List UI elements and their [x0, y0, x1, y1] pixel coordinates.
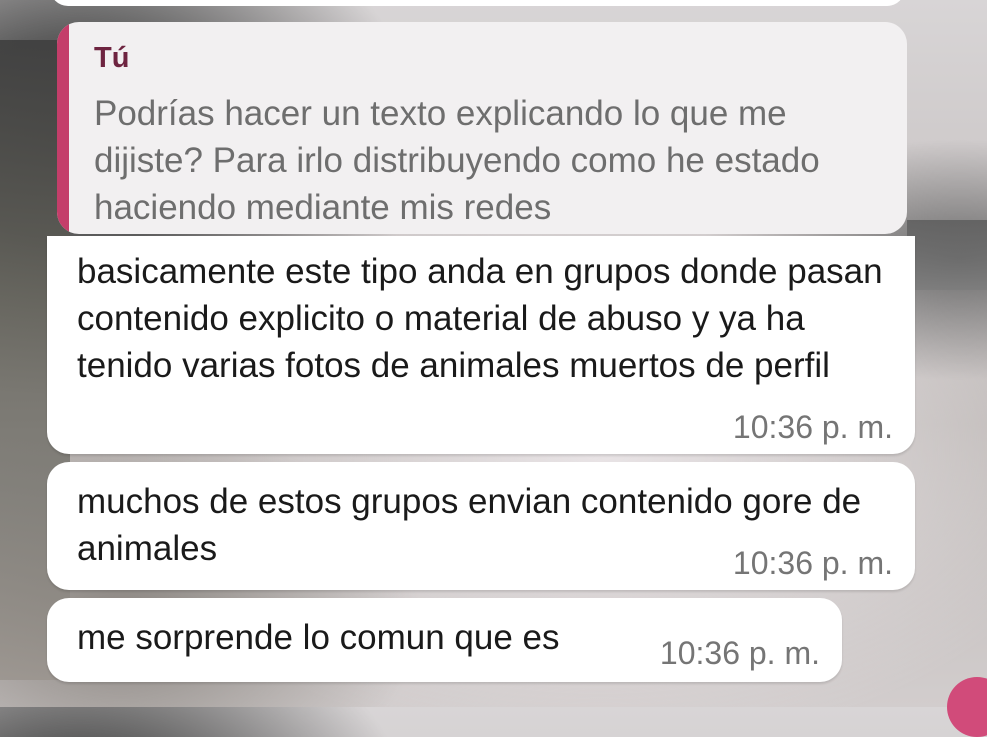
message-text: me sorprende lo comun que es [77, 618, 560, 657]
quote-accent-bar [57, 22, 69, 234]
quoted-reply[interactable]: Tú Podrías hacer un texto explicando lo … [57, 22, 907, 234]
message-text: basicamente este tipo anda en grupos don… [77, 252, 883, 385]
previous-message-bubble[interactable] [50, 0, 905, 6]
message-bubble[interactable]: muchos de estos grupos envian contenido … [47, 462, 915, 590]
message-bubble[interactable]: basicamente este tipo anda en grupos don… [47, 236, 915, 454]
scroll-fab-edge[interactable] [947, 677, 987, 737]
message-timestamp: 10:36 p. m. [732, 545, 893, 581]
wallpaper-shadow-right [907, 220, 987, 290]
message-timestamp: 10:36 p. m. [659, 635, 820, 671]
message-bubble[interactable]: me sorprende lo comun que es 10:36 p. m. [47, 598, 842, 682]
quote-text: Podrías hacer un texto explicando lo que… [94, 94, 820, 227]
quote-sender-name: Tú [94, 42, 130, 74]
message-timestamp: 10:36 p. m. [732, 409, 893, 445]
